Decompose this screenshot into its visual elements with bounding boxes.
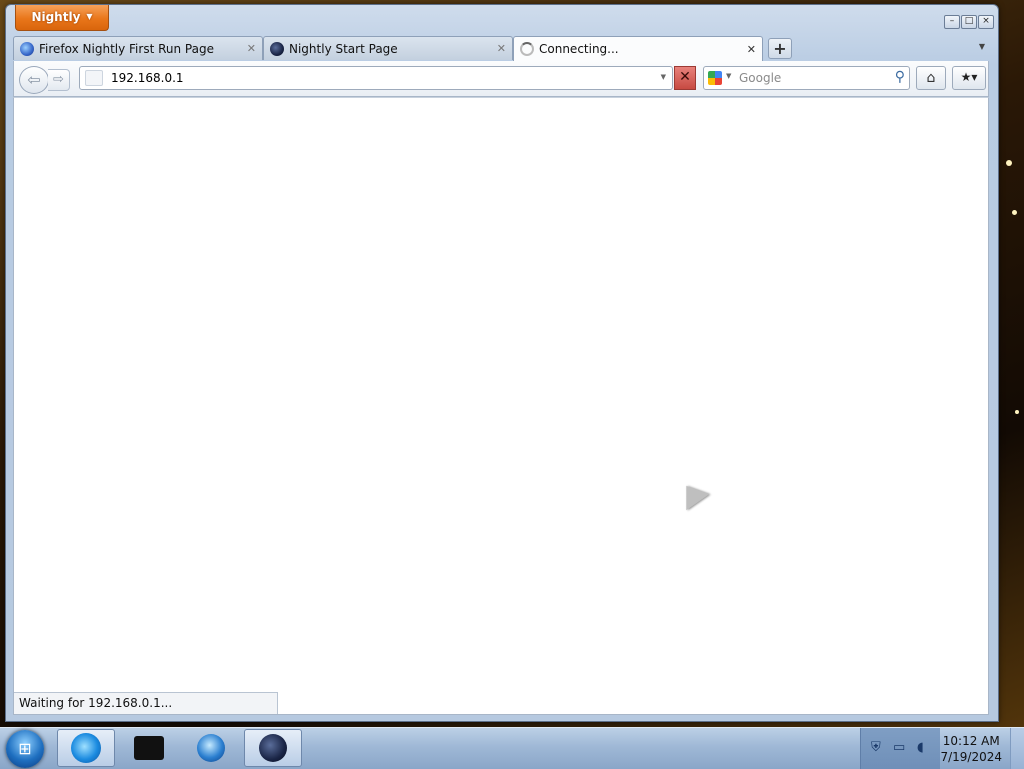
firefox-icon [20,41,34,56]
close-tab-icon[interactable]: ✕ [497,42,506,55]
windows-media-player-icon [197,734,225,762]
mouse-cursor-icon [674,477,710,511]
back-button[interactable]: ⇦ [19,66,49,94]
status-text: Waiting for 192.168.0.1... [19,696,173,710]
search-engine-dropdown-icon[interactable]: ▼ [726,72,731,80]
search-bar[interactable]: ▼ Google ⚲ [703,66,910,90]
clock-time: 10:12 AM [942,734,1000,748]
window-controls: – □ × [944,15,994,29]
status-panel: Waiting for 192.168.0.1... [14,692,278,714]
search-icon[interactable]: ⚲ [895,69,905,85]
network-icon[interactable]: ▭ [893,740,905,755]
chevron-down-icon: ▼ [86,12,93,21]
taskbar-nightly[interactable] [244,729,302,767]
app-menu-label: Nightly [31,10,81,24]
url-history-dropdown-icon[interactable]: ▼ [661,73,666,81]
tab-strip: Firefox Nightly First Run Page ✕ Nightly… [13,36,991,61]
close-tab-icon[interactable]: ✕ [247,42,256,55]
list-all-tabs-icon[interactable]: ▼ [979,42,985,51]
nightly-icon [270,41,284,56]
browser-window: Nightly ▼ – □ × Firefox Nightly First Run… [5,4,999,722]
new-tab-button[interactable]: + [768,38,792,59]
app-menu-button[interactable]: Nightly ▼ [15,5,109,31]
site-identity-icon[interactable] [85,70,103,86]
system-clock[interactable]: 10:12 AM 7/19/2024 [940,733,1002,765]
stop-icon: ✕ [679,69,691,85]
nightly-icon [259,734,287,762]
home-button[interactable]: ⌂ [916,66,946,90]
page-content[interactable]: Waiting for 192.168.0.1... [13,97,989,715]
loading-icon [520,42,534,56]
clock-date: 7/19/2024 [940,750,1002,764]
search-input[interactable]: Google [739,71,781,85]
back-arrow-icon: ⇦ [27,70,41,89]
taskbar-media-center[interactable] [120,729,178,767]
tab-title: Connecting... [539,42,619,56]
tab-title: Nightly Start Page [289,41,398,56]
tab-title: Firefox Nightly First Run Page [39,41,214,56]
navigation-toolbar: ⇦ ⇨ 192.168.0.1 ▼ ✕ ▼ Google ⚲ ⌂ ★▾ [13,61,989,97]
notification-area: ⛨ ▭ ◖ [860,728,940,769]
internet-explorer-icon [71,733,101,763]
forward-arrow-icon: ⇨ [53,72,64,87]
taskbar-internet-explorer[interactable] [57,729,115,767]
windows-logo-icon: ⊞ [18,739,32,758]
minimize-button[interactable]: – [944,15,960,29]
url-bar[interactable]: 192.168.0.1 ▼ [79,66,673,90]
desktop-glow-dot [1006,160,1012,166]
tab-nightly-start[interactable]: Nightly Start Page ✕ [263,36,513,60]
close-tab-icon[interactable]: ✕ [747,43,756,56]
tab-connecting[interactable]: Connecting... ✕ [513,36,763,61]
desktop-glow-dot [1012,210,1017,215]
desktop-glow-dot [1015,410,1019,414]
tab-first-run[interactable]: Firefox Nightly First Run Page ✕ [13,36,263,60]
url-text[interactable]: 192.168.0.1 [111,71,184,85]
media-center-icon [134,736,164,760]
stop-button[interactable]: ✕ [674,66,696,90]
taskbar-media-player[interactable] [182,729,240,767]
close-window-button[interactable]: × [978,15,994,29]
maximize-button[interactable]: □ [961,15,977,29]
bookmarks-button[interactable]: ★▾ [952,66,986,90]
home-icon: ⌂ [926,70,936,86]
forward-button[interactable]: ⇨ [48,69,70,91]
google-icon[interactable] [708,71,722,85]
bookmarks-icon: ★▾ [960,70,978,84]
taskbar: ⊞ ⛨ ▭ ◖ 10:12 AM 7/19/2024 [0,727,1024,769]
security-shield-icon[interactable]: ⛨ [871,740,881,755]
volume-icon[interactable]: ◖ [917,740,924,755]
start-button[interactable]: ⊞ [6,730,44,768]
show-desktop-button[interactable] [1010,728,1024,769]
